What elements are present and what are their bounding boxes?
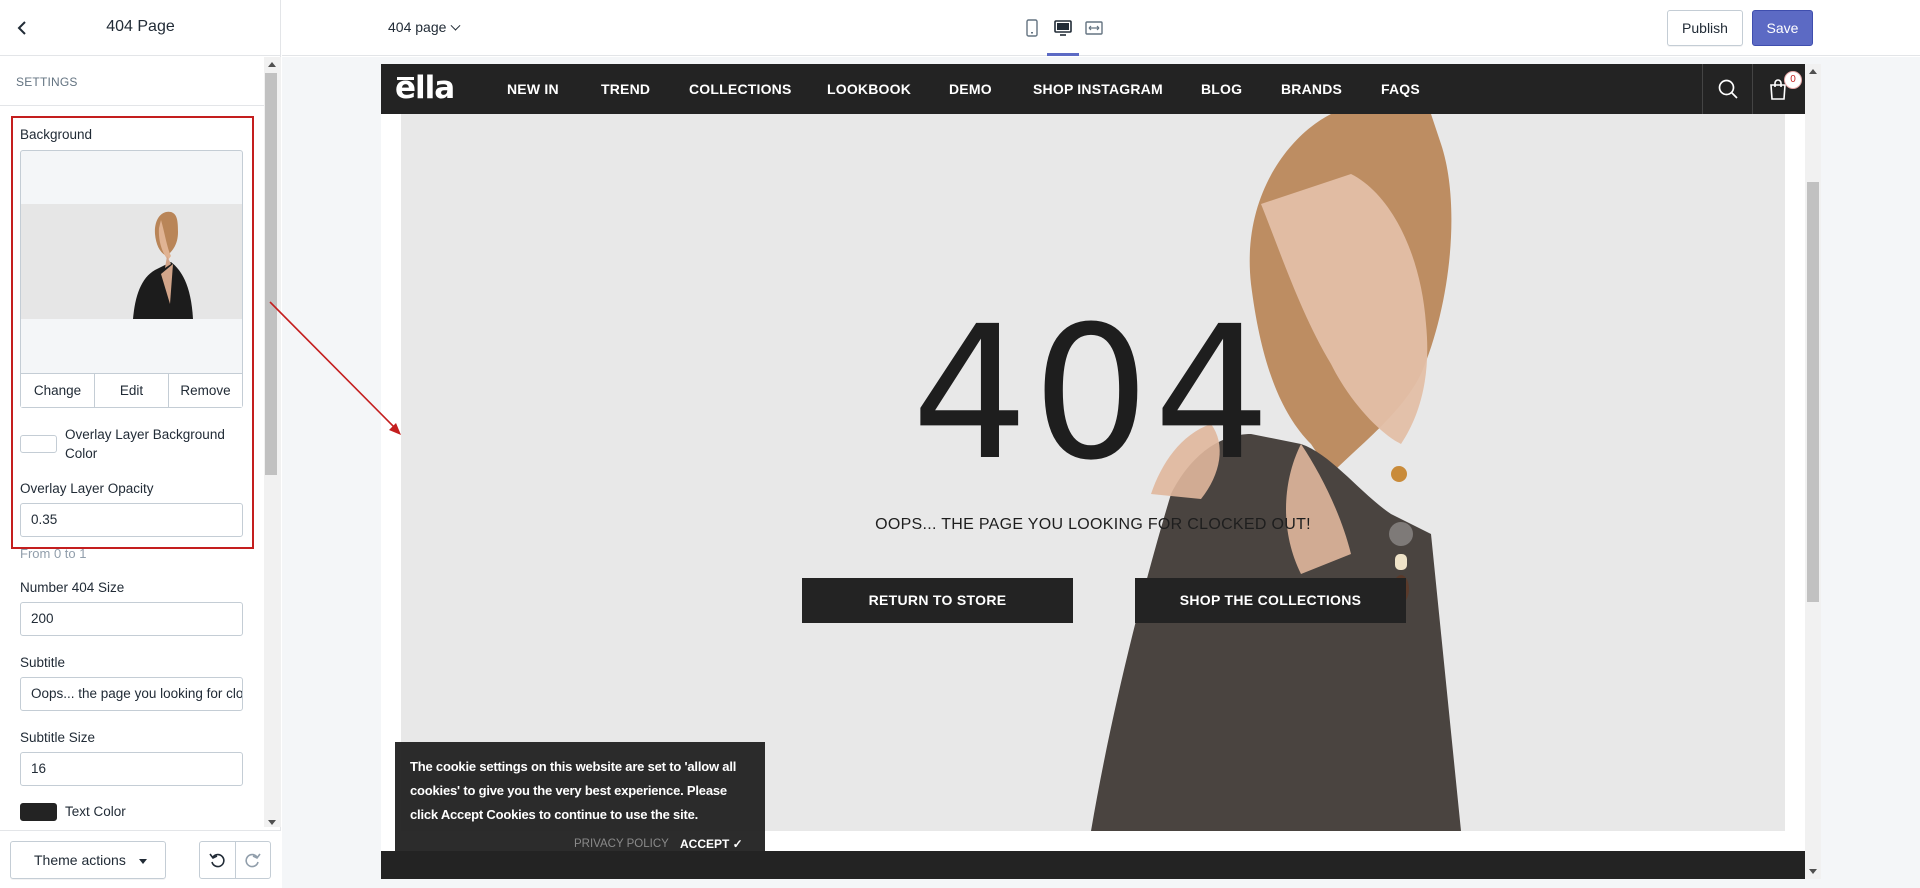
overlay-opacity-input[interactable]: 0.35	[20, 503, 243, 537]
theme-actions-button[interactable]: Theme actions	[10, 841, 166, 879]
active-device-indicator	[1047, 53, 1079, 56]
remove-image-button[interactable]: Remove	[168, 374, 242, 407]
mobile-view-button[interactable]	[1019, 16, 1045, 40]
redo-button[interactable]	[234, 842, 271, 878]
overlay-opacity-label: Overlay Layer Opacity	[20, 481, 154, 496]
section-title: 404 Page	[106, 18, 175, 35]
text-color-swatch[interactable]	[20, 803, 57, 821]
cart-count-badge: 0	[1784, 71, 1802, 89]
subtitle-label: Subtitle	[20, 655, 66, 670]
publish-button[interactable]: Publish	[1667, 10, 1743, 46]
chevron-down-icon	[450, 20, 461, 31]
subtitle-size-input[interactable]: 16	[20, 752, 243, 786]
edit-image-button[interactable]: Edit	[94, 374, 168, 407]
desktop-view-button[interactable]	[1050, 16, 1076, 40]
scroll-down-arrow-icon[interactable]	[268, 820, 276, 825]
background-actions: Change Edit Remove	[21, 373, 242, 407]
store-preview-frame[interactable]: ella NEW IN TREND COLLECTIONS LOOKBOOK D…	[381, 64, 1821, 879]
number-size-label: Number 404 Size	[20, 580, 125, 595]
privacy-policy-link[interactable]: PRIVACY POLICY	[574, 838, 669, 850]
page-selector-label: 404 page	[388, 19, 447, 35]
overlay-color-label: Overlay Layer Background Color	[65, 427, 225, 461]
background-image-picker[interactable]: Change Edit Remove	[20, 150, 243, 408]
nav-item-blog[interactable]: BLOG	[1201, 81, 1242, 97]
nav-item-brands[interactable]: BRANDS	[1281, 81, 1342, 97]
nav-item-lookbook[interactable]: LOOKBOOK	[827, 81, 911, 97]
divider	[0, 105, 264, 106]
overlay-color-swatch[interactable]	[20, 435, 57, 453]
return-to-store-button[interactable]: RETURN TO STORE	[802, 578, 1073, 623]
store-navigation: ella NEW IN TREND COLLECTIONS LOOKBOOK D…	[381, 64, 1805, 114]
cookie-text: The cookie settings on this website are …	[410, 759, 737, 822]
sidebar-footer: Theme actions	[0, 830, 281, 888]
error-code: 404	[911, 287, 1275, 501]
undo-redo-group	[199, 841, 271, 879]
mobile-icon	[1026, 19, 1038, 37]
sidebar-header: 404 Page	[0, 0, 281, 56]
accept-cookies-button[interactable]: ACCEPT ✓	[680, 837, 743, 851]
error-subtitle: OOPS... THE PAGE YOU LOOKING FOR CLOCKED…	[875, 516, 1311, 533]
background-thumbnail	[21, 204, 242, 319]
subtitle-size-label: Subtitle Size	[20, 730, 96, 745]
logo-text: ella	[395, 70, 455, 106]
404-hero: 404 OOPS... THE PAGE YOU LOOKING FOR CLO…	[401, 114, 1785, 831]
theme-actions-label: Theme actions	[34, 852, 126, 868]
cookie-banner: The cookie settings on this website are …	[395, 742, 765, 866]
sidebar-scrollbar-thumb[interactable]	[265, 73, 277, 475]
text-color-label: Text Color	[65, 804, 126, 819]
preview-scroll-up-icon[interactable]	[1809, 69, 1817, 74]
undo-button[interactable]	[200, 842, 235, 878]
redo-icon	[245, 853, 261, 868]
search-icon	[1718, 79, 1738, 99]
scroll-up-arrow-icon[interactable]	[268, 62, 276, 67]
background-label: Background	[20, 127, 93, 142]
preview-scrollbar-thumb[interactable]	[1807, 182, 1819, 602]
nav-item-demo[interactable]: DEMO	[949, 81, 992, 97]
nav-item-trend[interactable]: TREND	[601, 81, 650, 97]
nav-item-faqs[interactable]: FAQS	[1381, 81, 1420, 97]
model-photo-thumbnail	[21, 204, 242, 319]
search-button[interactable]	[1702, 64, 1752, 114]
overlay-opacity-help: From 0 to 1	[20, 546, 87, 561]
caret-down-icon	[139, 859, 147, 864]
logo-bar	[397, 77, 414, 80]
editor-topbar: 404 page Publish Save	[282, 0, 1920, 56]
change-image-button[interactable]: Change	[21, 374, 94, 407]
number-size-input[interactable]: 200	[20, 602, 243, 636]
save-button[interactable]: Save	[1752, 10, 1813, 46]
desktop-icon	[1054, 20, 1072, 36]
theme-editor-sidebar: 404 Page SETTINGS Background Change Edit	[0, 0, 281, 888]
undo-icon	[209, 853, 225, 868]
nav-item-collections[interactable]: COLLECTIONS	[689, 81, 792, 97]
preview-scroll-down-icon[interactable]	[1809, 869, 1817, 874]
settings-panel[interactable]: SETTINGS Background Change Edit Remove O…	[0, 57, 264, 827]
store-logo[interactable]: ella	[395, 70, 455, 106]
fullscreen-icon	[1085, 21, 1103, 35]
page-selector[interactable]: 404 page	[388, 19, 461, 35]
nav-item-new-in[interactable]: NEW IN	[507, 81, 559, 97]
subtitle-input[interactable]: Oops... the page you looking for clocked…	[20, 677, 243, 711]
fullscreen-view-button[interactable]	[1081, 16, 1107, 40]
nav-item-shop-instagram[interactable]: SHOP INSTAGRAM	[1033, 81, 1163, 97]
shop-collections-button[interactable]: SHOP THE COLLECTIONS	[1135, 578, 1406, 623]
settings-heading: SETTINGS	[16, 75, 78, 89]
